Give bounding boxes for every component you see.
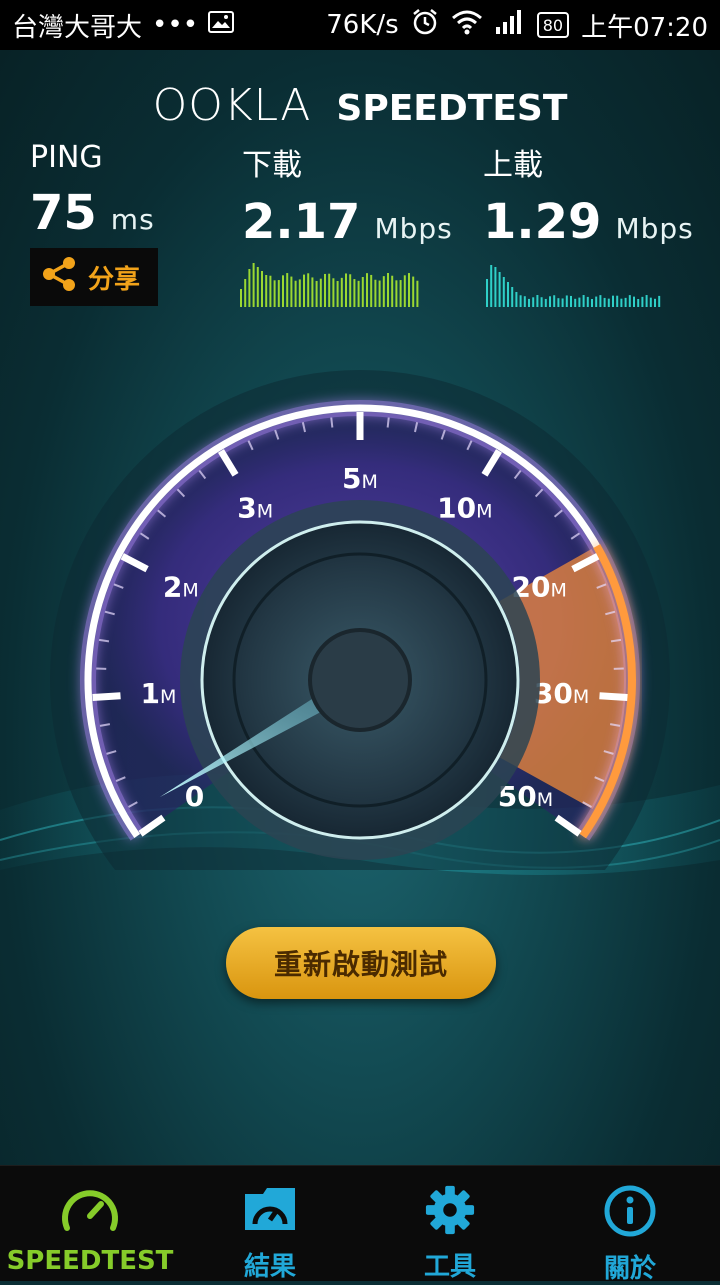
ping-label: PING [30, 140, 155, 175]
download-unit: Mbps [374, 212, 452, 245]
nav-about-label: 關於 [604, 1248, 656, 1285]
share-icon [42, 256, 76, 299]
logo-speedtest: SPEEDTEST [336, 88, 567, 129]
nav-tools[interactable]: 工具 [360, 1166, 540, 1281]
download-sparkline [240, 255, 422, 307]
upload-unit: Mbps [615, 212, 693, 245]
status-bar: 台灣大哥大 ••• 76K/s 80 上午07:20 [0, 0, 720, 50]
share-label: 分享 [88, 259, 140, 296]
ping-value: 75 [30, 185, 97, 241]
gauge-hub [310, 630, 410, 730]
network-speed: 76K/s [326, 10, 398, 40]
upload-sparkline [486, 255, 662, 307]
nav-speedtest-label: SPEEDTEST [7, 1246, 174, 1276]
download-metric: 下載 2.17 Mbps [242, 140, 453, 250]
restart-test-button[interactable]: 重新啟動測試 [226, 927, 496, 999]
carrier-name: 台灣大哥大 [12, 7, 142, 44]
ookla-speedtest-logo: OOKLA SPEEDTEST [0, 80, 720, 131]
upload-value: 1.29 [483, 194, 601, 250]
notification-dots: ••• [152, 10, 198, 40]
download-label: 下載 [242, 140, 453, 184]
gauge-major-tick [93, 696, 121, 698]
nav-results[interactable]: 結果 [180, 1166, 360, 1281]
logo-ookla: OOKLA [153, 80, 312, 131]
clock: 上午07:20 [581, 7, 708, 44]
signal-icon [495, 9, 525, 42]
nav-tools-label: 工具 [424, 1246, 476, 1283]
results-folder-icon [241, 1184, 299, 1240]
download-value: 2.17 [242, 194, 360, 250]
alarm-icon [411, 8, 439, 43]
gear-icon [423, 1184, 477, 1240]
battery-icon: 80 [537, 12, 569, 38]
gauge-major-tick [599, 696, 627, 698]
wifi-icon [451, 9, 483, 42]
image-notification-icon [208, 10, 234, 40]
gauge-minor-tick [331, 418, 332, 428]
nav-speedtest[interactable]: SPEEDTEST [0, 1166, 180, 1281]
gauge-tick-label: 0 [185, 780, 204, 813]
nav-about[interactable]: 關於 [540, 1166, 720, 1281]
gauge-minor-tick [388, 418, 389, 428]
upload-metric: 上載 1.29 Mbps [483, 140, 694, 250]
upload-label: 上載 [483, 140, 694, 184]
nav-results-label: 結果 [244, 1246, 296, 1283]
info-icon [603, 1184, 657, 1242]
ping-metric: PING 75 ms [30, 140, 155, 241]
bottom-nav: SPEEDTEST 結果 工具 [0, 1165, 720, 1281]
speedometer-icon [61, 1184, 119, 1240]
share-button[interactable]: 分享 [30, 248, 158, 306]
ping-unit: ms [111, 203, 155, 236]
speed-gauge: 01M2M3M5M10M20M30M50M [0, 350, 720, 870]
